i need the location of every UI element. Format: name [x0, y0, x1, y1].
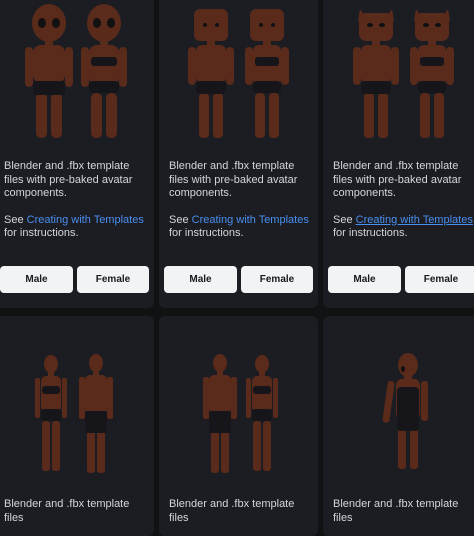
template-card-classic-cartoon: Blender and .fbx template files with pre… — [0, 0, 154, 308]
card-description: Blender and .fbx template files with pre… — [333, 160, 462, 199]
creating-with-templates-link[interactable]: Creating with Templates — [27, 214, 144, 226]
female-download-button[interactable]: Female — [405, 266, 474, 293]
male-download-button[interactable]: Male — [0, 266, 73, 293]
female-download-button[interactable]: Female — [77, 266, 149, 293]
creating-with-templates-link[interactable]: Creating with Templates — [192, 214, 309, 226]
card-description: Blender and .fbx template files with pre… — [169, 160, 298, 199]
male-download-button[interactable]: Male — [164, 266, 237, 293]
card-description: Blender and .fbx template files — [169, 498, 295, 524]
avatar-preview-image — [323, 0, 474, 155]
avatar-preview-image — [159, 0, 318, 155]
card-description: Blender and .fbx template files — [333, 498, 459, 524]
avatar-preview-image — [159, 316, 318, 491]
avatar-preview-image — [0, 0, 154, 155]
template-card-realistic: Blender and .fbx template files — [0, 316, 154, 536]
card-instructions: See Creating with Templates for instruct… — [333, 213, 473, 240]
template-card-realistic-alt: Blender and .fbx template files — [159, 316, 318, 536]
template-card-single-avatar: Blender and .fbx template files — [323, 316, 474, 536]
card-instructions: See Creating with Templates for instruct… — [4, 213, 144, 240]
template-card-animal-ears: Blender and .fbx template files with pre… — [323, 0, 474, 308]
card-instructions: See Creating with Templates for instruct… — [169, 213, 309, 240]
card-description: Blender and .fbx template files with pre… — [4, 160, 133, 199]
male-download-button[interactable]: Male — [328, 266, 401, 293]
avatar-preview-image — [0, 316, 154, 491]
card-description: Blender and .fbx template files — [4, 498, 130, 524]
creating-with-templates-link[interactable]: Creating with Templates — [356, 214, 473, 226]
template-card-blocky: Blender and .fbx template files with pre… — [159, 0, 318, 308]
avatar-preview-image — [323, 316, 474, 491]
female-download-button[interactable]: Female — [241, 266, 313, 293]
